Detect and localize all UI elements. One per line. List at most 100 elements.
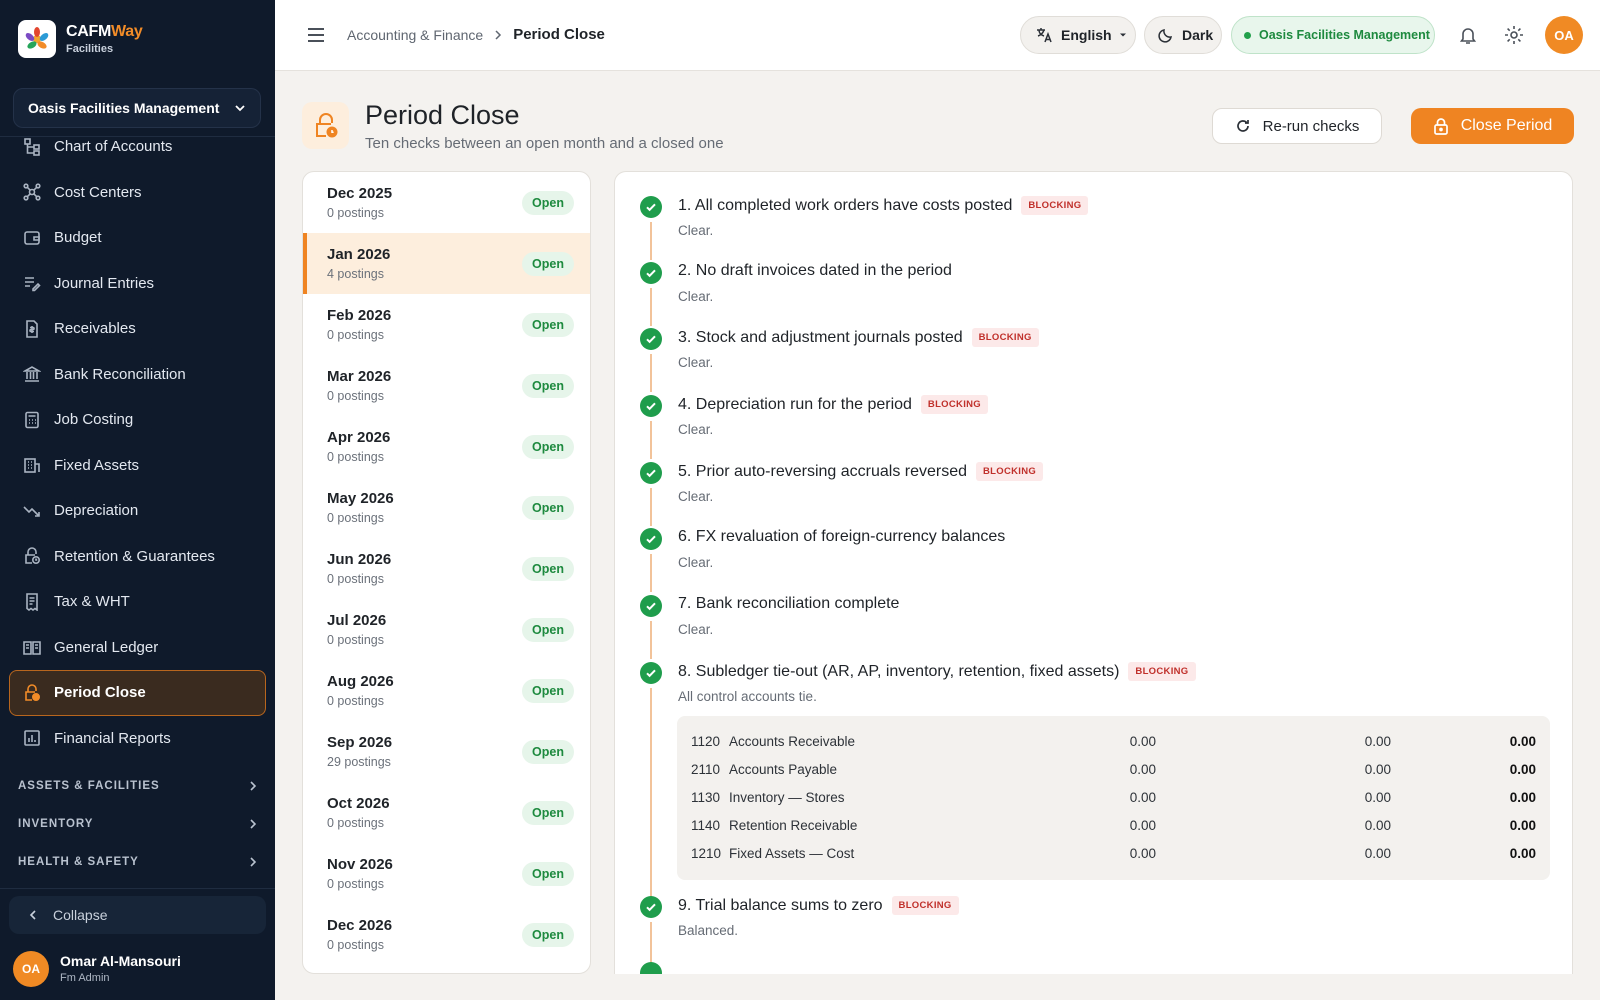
sidebar-item-financial-reports[interactable]: Financial Reports	[9, 716, 266, 762]
period-item[interactable]: Mar 2026 0 postings Open	[303, 355, 590, 416]
status-dot	[1244, 31, 1251, 39]
sidebar-item-general-ledger[interactable]: General Ledger	[9, 625, 266, 671]
check-title: 7. Bank reconciliation complete	[678, 595, 900, 612]
check-title: 5. Prior auto-reversing accruals reverse…	[678, 462, 968, 480]
status-badge: Open	[522, 922, 574, 947]
rerun-checks-button[interactable]: Re-run checks	[1212, 108, 1382, 144]
period-month: Jan 2026	[327, 245, 391, 263]
lock-clock-icon	[22, 683, 42, 703]
edit-lines-icon	[22, 273, 42, 293]
timeline-connector	[650, 421, 652, 459]
period-month: Mar 2026	[327, 367, 392, 385]
sidebar-item-journal-entries[interactable]: Journal Entries	[9, 261, 266, 307]
theme-label: Dark	[1182, 27, 1214, 43]
check-title: 2. No draft invoices dated in the period	[678, 262, 952, 279]
period-item[interactable]: Aug 2026 0 postings Open	[303, 660, 590, 721]
period-item[interactable]: Feb 2026 0 postings Open	[303, 294, 590, 355]
org-selector[interactable]: Oasis Facilities Management	[13, 88, 261, 128]
timeline-connector	[650, 621, 652, 659]
check-circle-icon	[640, 662, 662, 684]
subledger-balance: 0.00	[1364, 818, 1391, 833]
lock-clock-icon	[22, 546, 42, 566]
sidebar-item-budget[interactable]: Budget	[9, 215, 266, 261]
period-postings: 0 postings	[327, 571, 384, 586]
period-postings: 0 postings	[327, 510, 384, 525]
check-circle-icon	[640, 528, 662, 550]
status-badge: Open	[522, 861, 574, 886]
status-badge: Open	[522, 312, 574, 337]
subledger-balance: 0.00	[1364, 846, 1391, 861]
moon-icon	[1158, 29, 1172, 43]
difference: 0.00	[1509, 818, 1536, 833]
gear-icon[interactable]	[1503, 24, 1525, 46]
sidebar-item-label: Fixed Assets	[54, 456, 140, 474]
sidebar-item-depreciation[interactable]: Depreciation	[9, 488, 266, 534]
sidebar-item-period-close[interactable]: Period Close	[9, 670, 266, 716]
check-circle-icon	[640, 196, 662, 218]
period-item[interactable]: Sep 2026 29 postings Open	[303, 721, 590, 782]
breadcrumb-parent[interactable]: Accounting & Finance	[347, 27, 483, 43]
section-label: HEALTH & SAFETY	[18, 856, 139, 868]
period-item[interactable]: Jul 2026 0 postings Open	[303, 599, 590, 660]
org-status-badge[interactable]: Oasis Facilities Management	[1231, 16, 1435, 54]
org-selector-label: Oasis Facilities Management	[28, 100, 220, 116]
brand-name: CAFMWay	[66, 22, 143, 40]
difference: 0.00	[1509, 734, 1536, 749]
period-item[interactable]: Nov 2026 0 postings Open	[303, 843, 590, 904]
account-code: 1130	[691, 790, 721, 805]
timeline-connector	[650, 354, 652, 392]
sidebar-item-retention-guarantees[interactable]: Retention & Guarantees	[9, 534, 266, 580]
sidebar-item-cost-centers[interactable]: Cost Centers	[9, 170, 266, 216]
sidebar-item-bank-reconciliation[interactable]: Bank Reconciliation	[9, 352, 266, 398]
close-period-button[interactable]: Close Period	[1411, 108, 1574, 144]
sidebar-item-label: Tax & WHT	[54, 593, 130, 611]
theme-toggle[interactable]: Dark	[1144, 16, 1222, 54]
chevron-left-icon	[29, 910, 36, 920]
language-selector[interactable]: English	[1020, 16, 1136, 54]
status-badge: Open	[522, 617, 574, 642]
period-month: Aug 2026	[327, 672, 394, 690]
control-balance: 0.00	[1129, 762, 1156, 777]
period-month: Dec 2026	[327, 916, 393, 934]
section-health-safety[interactable]: HEALTH & SAFETY	[18, 856, 258, 868]
blocking-badge: BLOCKING	[971, 328, 1039, 347]
timeline-connector	[650, 554, 652, 592]
topbar: Accounting & Finance Period Close Englis…	[275, 0, 1600, 71]
period-month: Dec 2025	[327, 184, 393, 202]
period-item-selected[interactable]: Jan 2026 4 postings Open	[303, 233, 590, 294]
hamburger-menu-icon[interactable]	[305, 24, 327, 46]
period-postings: 0 postings	[327, 693, 384, 708]
period-item[interactable]: Jun 2026 0 postings Open	[303, 538, 590, 599]
section-assets-facilities[interactable]: ASSETS & FACILITIES	[18, 780, 258, 792]
section-inventory[interactable]: INVENTORY	[18, 818, 258, 830]
blocking-badge: BLOCKING	[1021, 196, 1089, 215]
period-item[interactable]: Dec 2026 0 postings Open	[303, 904, 590, 965]
user-role: Fm Admin	[60, 972, 110, 984]
table-row: 2110 Accounts Payable 0.00 0.00 0.00	[691, 762, 1536, 784]
period-item[interactable]: Dec 2025 0 postings Open	[303, 172, 590, 233]
check-title: 6. FX revaluation of foreign-currency ba…	[678, 528, 1006, 545]
period-item[interactable]: May 2026 0 postings Open	[303, 477, 590, 538]
subledger-balance: 0.00	[1364, 762, 1391, 777]
bell-icon[interactable]	[1457, 24, 1479, 46]
avatar[interactable]: OA	[1545, 16, 1583, 54]
check-circle-icon	[640, 595, 662, 617]
collapse-button[interactable]: Collapse	[9, 896, 266, 934]
blocking-badge: BLOCKING	[1128, 662, 1196, 681]
status-badge: Open	[522, 678, 574, 703]
caret-down-icon	[1119, 33, 1126, 37]
sidebar-item-tax-wht[interactable]: Tax & WHT	[9, 579, 266, 625]
user-profile[interactable]: OA Omar Al-Mansouri Fm Admin	[13, 951, 181, 987]
period-postings: 0 postings	[327, 327, 384, 342]
blocking-badge: BLOCKING	[920, 395, 988, 414]
period-postings: 29 postings	[327, 754, 391, 769]
sidebar-item-receivables[interactable]: Receivables	[9, 306, 266, 352]
period-item[interactable]: Apr 2026 0 postings Open	[303, 416, 590, 477]
sidebar-item-chart-of-accounts[interactable]: Chart of Accounts	[9, 124, 266, 170]
period-item[interactable]: Oct 2026 0 postings Open	[303, 782, 590, 843]
sidebar-item-fixed-assets[interactable]: Fixed Assets	[9, 443, 266, 489]
sidebar-item-job-costing[interactable]: Job Costing	[9, 397, 266, 443]
period-month: Sep 2026	[327, 733, 393, 751]
brand[interactable]: CAFMWay Facilities	[18, 20, 143, 58]
subledger-tieout-table: 1120 Accounts Receivable 0.00 0.00 0.00 2110…	[677, 716, 1550, 880]
